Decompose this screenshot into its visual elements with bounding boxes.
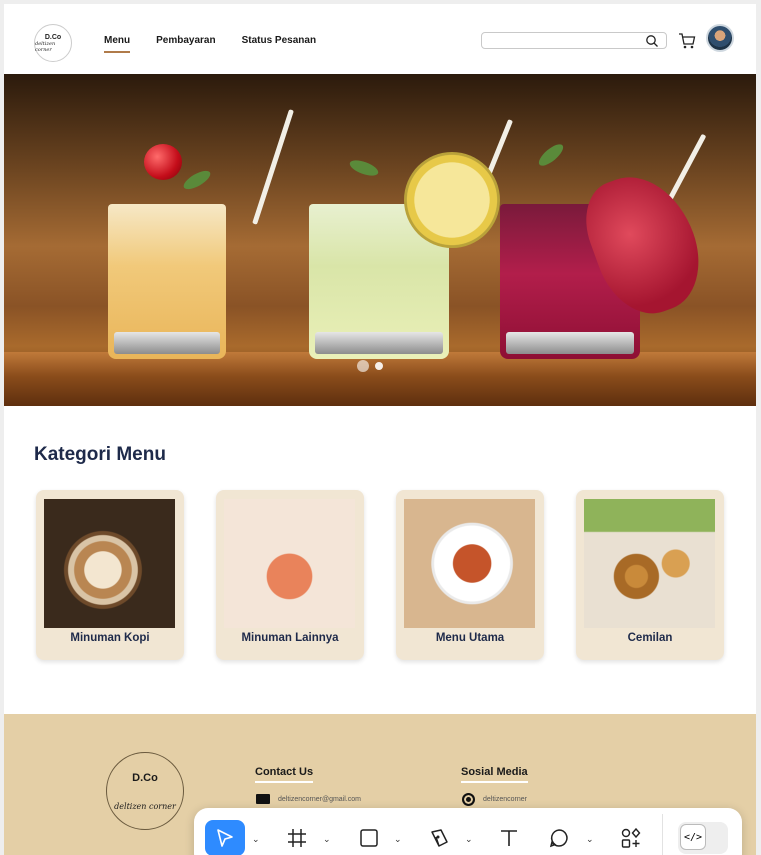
frame-icon	[288, 829, 306, 847]
nav-item-status-pesanan[interactable]: Status Pesanan	[242, 35, 316, 53]
mail-icon	[256, 794, 270, 804]
site-header: D.Co deltizen corner Menu Pembayaran Sta…	[4, 4, 756, 74]
comment-icon	[549, 829, 568, 848]
category-image-menu-utama	[404, 499, 535, 628]
glass-base-1	[114, 332, 220, 354]
instagram-handle: deltizencorner	[483, 796, 527, 803]
straw-1	[252, 109, 294, 225]
category-image-minuman-lainnya	[224, 499, 355, 628]
code-icon[interactable]: </>	[680, 824, 706, 850]
carousel-dot-2[interactable]	[375, 362, 383, 370]
rectangle-icon	[360, 829, 378, 847]
category-label: Minuman Kopi	[70, 632, 150, 644]
category-image-kopi	[44, 499, 175, 628]
contact-email-row[interactable]: deltizencorner@gmail.com	[256, 794, 361, 804]
category-card-kopi[interactable]: Minuman Kopi	[36, 490, 184, 660]
category-card-menu-utama[interactable]: Menu Utama	[396, 490, 544, 660]
lime-slice-garnish	[404, 152, 500, 248]
mint-leaf-1	[181, 167, 213, 193]
frame-tool-chevron-down-icon[interactable]: ⌄	[323, 834, 331, 845]
page-frame: D.Co deltizen corner Menu Pembayaran Sta…	[4, 4, 756, 855]
rectangle-tool-chevron-down-icon[interactable]: ⌄	[394, 834, 402, 845]
brand-logo[interactable]: D.Co deltizen corner	[34, 24, 72, 62]
comment-tool-chevron-down-icon[interactable]: ⌄	[586, 834, 594, 845]
frame-tool[interactable]	[284, 820, 310, 855]
mint-leaf-2	[347, 157, 381, 179]
footer-logo: D.Co deltizen corner	[106, 752, 184, 830]
text-tool[interactable]	[496, 820, 522, 855]
social-heading: Sosial Media	[461, 766, 528, 783]
kategori-title: Kategori Menu	[34, 444, 166, 465]
instagram-icon	[462, 793, 475, 806]
shapes-plus-icon	[621, 827, 641, 848]
category-label: Minuman Lainnya	[241, 632, 339, 644]
pen-icon	[431, 829, 448, 847]
hero-banner	[4, 74, 756, 406]
footer-logo-title: D.Co	[132, 771, 158, 784]
cherry-garnish	[144, 144, 182, 180]
category-label: Menu Utama	[435, 632, 505, 644]
comment-tool[interactable]	[546, 820, 572, 855]
kategori-cards: Minuman Kopi Minuman Lainnya Menu Utama …	[36, 490, 736, 660]
category-card-cemilan[interactable]: Cemilan	[576, 490, 724, 660]
move-tool[interactable]	[205, 820, 245, 855]
search-input[interactable]	[481, 32, 667, 49]
instagram-row[interactable]: deltizencorner	[462, 793, 527, 806]
nav-item-menu[interactable]: Menu	[104, 35, 131, 53]
mint-leaf-3	[535, 140, 567, 170]
contact-heading: Contact Us	[255, 766, 314, 783]
cursor-icon	[217, 829, 233, 847]
rectangle-tool[interactable]	[356, 820, 382, 855]
carousel-dots	[357, 360, 383, 372]
pen-tool[interactable]	[426, 820, 452, 855]
text-icon	[501, 830, 517, 846]
user-avatar[interactable]	[706, 24, 734, 52]
pen-tool-chevron-down-icon[interactable]: ⌄	[465, 834, 473, 845]
actions-tool[interactable]	[618, 820, 644, 855]
design-toolbar: ⌄ ⌄ ⌄ ⌄ ⌄ </>	[194, 808, 742, 855]
logo-title: D.Co	[44, 33, 62, 41]
glass-base-3	[506, 332, 634, 354]
cart-icon[interactable]	[678, 32, 696, 50]
category-card-minuman-lainnya[interactable]: Minuman Lainnya	[216, 490, 364, 660]
category-label: Cemilan	[627, 632, 673, 644]
toolbar-divider	[662, 814, 663, 855]
contact-email: deltizencorner@gmail.com	[278, 795, 361, 803]
move-tool-chevron-down-icon[interactable]: ⌄	[252, 834, 260, 845]
glass-base-2	[315, 332, 443, 354]
logo-script: deltizen corner	[35, 40, 56, 53]
search-icon[interactable]	[645, 34, 659, 48]
carousel-dot-1[interactable]	[357, 360, 369, 372]
nav-item-pembayaran[interactable]: Pembayaran	[156, 35, 215, 53]
footer-logo-script: deltizen corner	[114, 801, 176, 811]
main-nav: Menu Pembayaran Status Pesanan	[104, 35, 316, 53]
category-image-cemilan	[584, 499, 715, 628]
